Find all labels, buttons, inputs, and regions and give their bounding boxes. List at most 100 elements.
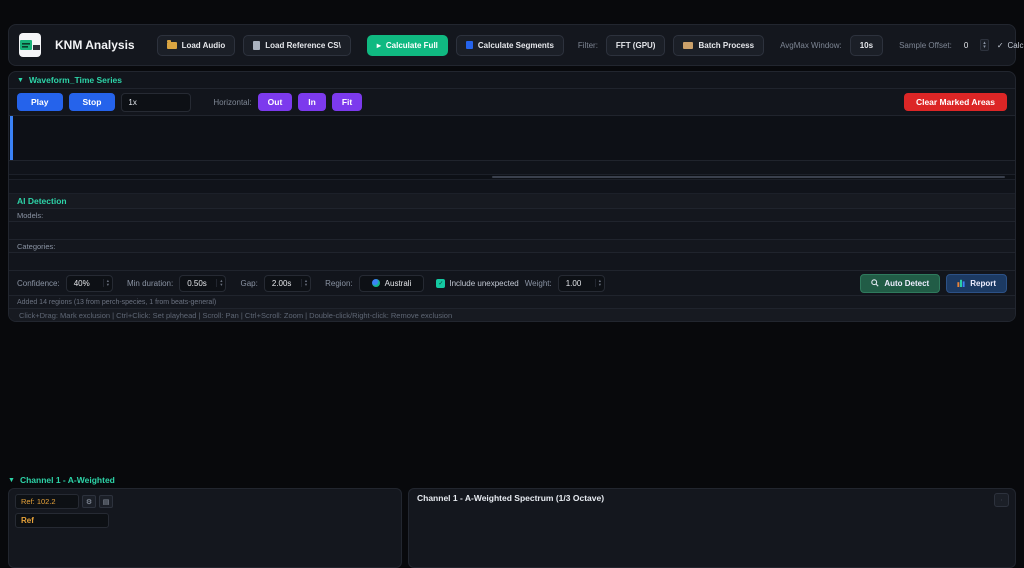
bottom-row: Ref: 102.2 ⚙ ▤ Ref Channel 1 - A-Weighte…	[8, 488, 1016, 568]
spinner-icon[interactable]: ▴▾	[103, 279, 112, 287]
confidence-value: 40%	[67, 276, 103, 291]
chart-hints: Click+Drag: Mark exclusion | Ctrl+Click:…	[9, 309, 1015, 321]
region-select[interactable]: Australi	[359, 275, 425, 292]
sample-offset-value[interactable]: 0	[960, 41, 972, 50]
min-duration-input[interactable]: 0.50s▴▾	[179, 275, 226, 292]
playhead[interactable]	[10, 116, 13, 160]
app-title: KNM Analysis	[55, 38, 135, 52]
zoom-fit-button[interactable]: Fit	[332, 93, 362, 111]
spectrum-panel: Channel 1 - A-Weighted Spectrum (1/3 Oct…	[408, 488, 1016, 568]
min-duration-value: 0.50s	[180, 276, 216, 291]
models-label: Models:	[9, 209, 1015, 222]
stack-icon: ▤	[103, 498, 110, 506]
spinner-icon[interactable]: ▴▾	[595, 279, 604, 287]
weight-input[interactable]: 1.00▴▾	[558, 275, 605, 292]
batch-process-button[interactable]: Batch Process	[673, 35, 764, 56]
load-reference-button[interactable]: Load Reference CS\	[243, 35, 351, 56]
waveform-strip[interactable]	[9, 116, 1015, 161]
app-logo	[19, 33, 41, 57]
weight-label: Weight:	[525, 279, 552, 288]
channel1-header[interactable]: ▼ Channel 1 - A-Weighted	[8, 472, 115, 488]
categories-row	[9, 253, 1015, 271]
clear-marked-areas-button[interactable]: Clear Marked Areas	[904, 93, 1007, 111]
confidence-input[interactable]: 40%▴▾	[66, 275, 113, 292]
file-icon	[253, 41, 260, 50]
spectrum-plot[interactable]	[427, 502, 1005, 543]
batch-icon	[683, 42, 693, 49]
time-axis-top[interactable]	[9, 161, 1015, 175]
checkmark-icon: ✓	[997, 41, 1004, 50]
main-toolbar: KNM Analysis Load Audio Load Reference C…	[8, 24, 1016, 66]
collapse-icon: ▼	[8, 477, 15, 484]
include-unexpected-checkbox[interactable]: ✓Include unexpected	[436, 279, 518, 288]
sample-offset-label: Sample Offset:	[899, 41, 952, 50]
waveform-panel-title: Waveform_Time Series	[29, 75, 122, 85]
report-chart-icon	[957, 279, 965, 287]
spinner-down-icon: ▾	[983, 45, 986, 49]
gear-icon: ⚙	[86, 498, 92, 506]
region-label: Region:	[325, 279, 353, 288]
segments-icon	[466, 41, 473, 49]
ai-detection-header: AI Detection	[9, 194, 1015, 209]
gap-label: Gap:	[240, 279, 257, 288]
calculate-segments-button[interactable]: Calculate Segments	[456, 35, 564, 56]
menu-bar	[0, 0, 1024, 18]
magnifier-icon	[1001, 496, 1002, 504]
stop-button[interactable]: Stop	[69, 93, 116, 111]
spinner-icon[interactable]: ▴▾	[301, 279, 310, 287]
waveform-panel: ▼ Waveform_Time Series Play Stop 1x Horiz…	[8, 71, 1016, 322]
report-label: Report	[970, 279, 996, 288]
calculate-loudness-label: Calculate Loudness	[1008, 41, 1024, 50]
models-row	[9, 222, 1015, 240]
globe-icon	[372, 279, 380, 287]
collapse-icon: ▼	[17, 77, 24, 84]
calculate-segments-label: Calculate Segments	[478, 41, 554, 50]
weight-value: 1.00	[559, 276, 595, 291]
settings-button[interactable]: ⚙	[82, 495, 96, 508]
include-unexpected-label: Include unexpected	[449, 279, 518, 288]
filter-value: FFT (GPU)	[616, 41, 656, 50]
zoom-in-button[interactable]: In	[298, 93, 326, 111]
play-button[interactable]: Play	[17, 93, 63, 111]
auto-detect-label: Auto Detect	[884, 279, 929, 288]
load-audio-label: Load Audio	[182, 41, 226, 50]
auto-detect-button[interactable]: Auto Detect	[860, 274, 940, 293]
spectrum-zoom-button[interactable]	[994, 493, 1009, 507]
ref-level-input[interactable]: Ref: 102.2	[15, 494, 79, 509]
zoom-out-button[interactable]: Out	[258, 93, 293, 111]
channel1-title: Channel 1 - A-Weighted	[20, 475, 115, 485]
load-audio-button[interactable]: Load Audio	[157, 35, 236, 56]
gap-input[interactable]: 2.00s▴▾	[264, 275, 311, 292]
layout-button[interactable]: ▤	[99, 495, 113, 508]
calculate-loudness-checkbox[interactable]: ✓ Calculate Loudness	[997, 41, 1024, 50]
filter-select[interactable]: FFT (GPU)	[606, 35, 666, 56]
waveform-panel-header[interactable]: ▼ Waveform_Time Series	[9, 72, 1015, 89]
ai-status-text: Added 14 regions (13 from perch-species,…	[9, 296, 1015, 309]
avgmax-value: 10s	[860, 41, 873, 50]
load-reference-label: Load Reference CS\	[265, 41, 341, 50]
calculate-full-button[interactable]: ▸ Calculate Full	[367, 35, 448, 56]
waveform-controls: Play Stop 1x Horizontal: Out In Fit Clea…	[9, 89, 1015, 116]
gap-value: 2.00s	[265, 276, 301, 291]
horizontal-label: Horizontal:	[213, 98, 251, 107]
calculate-full-label: Calculate Full	[386, 41, 438, 50]
avgmax-window-input[interactable]: 10s	[850, 35, 883, 56]
region-value: Australi	[385, 279, 412, 288]
speed-input[interactable]: 1x	[121, 93, 191, 112]
ai-controls: Confidence: 40%▴▾ Min duration: 0.50s▴▾ …	[9, 271, 1015, 296]
sample-offset-spinner[interactable]: ▴▾	[980, 39, 989, 51]
stats-panel: Ref: 102.2 ⚙ ▤ Ref	[8, 488, 402, 568]
batch-process-label: Batch Process	[698, 41, 754, 50]
categories-label: Categories:	[9, 240, 1015, 253]
avgmax-label: AvgMax Window:	[780, 41, 842, 50]
spinner-icon[interactable]: ▴▾	[216, 279, 225, 287]
scrollbar-handle[interactable]	[492, 176, 1005, 178]
time-axis-bottom[interactable]	[9, 180, 1015, 194]
play-icon: ▸	[377, 41, 381, 50]
min-duration-label: Min duration:	[127, 279, 173, 288]
report-button[interactable]: Report	[946, 274, 1007, 293]
confidence-label: Confidence:	[17, 279, 60, 288]
filter-label: Filter:	[578, 41, 598, 50]
magnifier-icon	[871, 279, 879, 287]
folder-icon	[167, 42, 177, 49]
